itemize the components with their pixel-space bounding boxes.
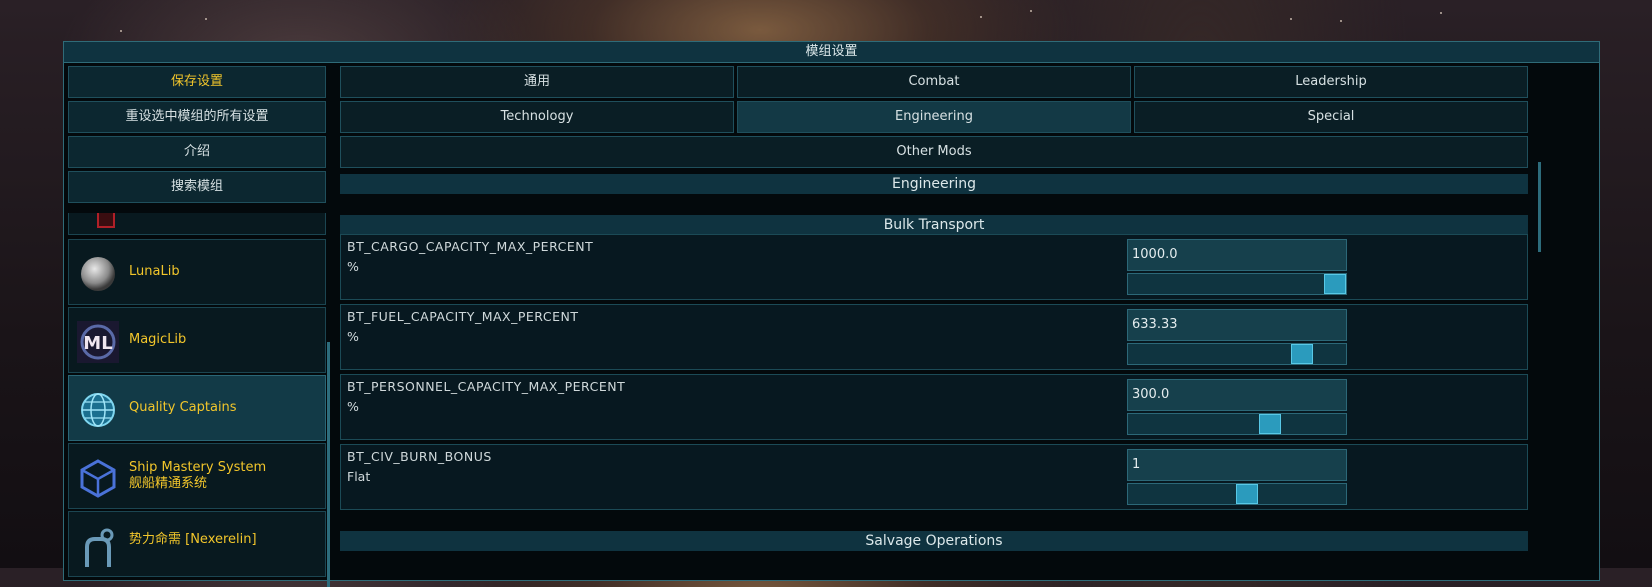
section-header: Engineering (340, 174, 1528, 194)
red-mod-icon (97, 213, 115, 228)
setting-row: BT_CIV_BURN_BONUS Flat 1 (340, 444, 1528, 510)
setting-row: BT_FUEL_CAPACITY_MAX_PERCENT % 633.33 (340, 304, 1528, 370)
tab-combat[interactable]: Combat (737, 66, 1131, 98)
tab-other-mods[interactable]: Other Mods (340, 136, 1528, 168)
setting-slider[interactable] (1127, 483, 1347, 505)
tab-engineering[interactable]: Engineering (737, 101, 1131, 133)
magiclib-logo-icon: ML (77, 321, 119, 363)
search-mods-button[interactable]: 搜索模组 (68, 171, 326, 203)
group-header-bulk-transport: Bulk Transport (340, 215, 1528, 235)
setting-value-field[interactable]: 1 (1127, 449, 1347, 481)
setting-slider[interactable] (1127, 273, 1347, 295)
mod-list-item-nexerelin[interactable]: 势力命需 [Nexerelin] (68, 511, 326, 577)
mod-list-item-magiclib[interactable]: ML MagicLib (68, 307, 326, 373)
tab-leadership[interactable]: Leadership (1134, 66, 1528, 98)
setting-unit: % (347, 259, 359, 274)
moon-icon (81, 257, 115, 291)
slider-thumb[interactable] (1236, 484, 1258, 504)
mod-list[interactable]: LunaLib ML MagicLib Quality Captains Shi… (68, 213, 326, 583)
mod-name: 势力命需 [Nexerelin] (129, 532, 257, 547)
mod-settings-window: 模组设置 保存设置 重设选中模组的所有设置 介绍 搜索模组 LunaLib ML… (63, 41, 1600, 587)
setting-row: BT_CARGO_CAPACITY_MAX_PERCENT % 1000.0 (340, 234, 1528, 300)
setting-key: BT_CIV_BURN_BONUS (347, 449, 492, 464)
setting-slider[interactable] (1127, 413, 1347, 435)
slider-thumb[interactable] (1259, 414, 1281, 434)
tab-general[interactable]: 通用 (340, 66, 734, 98)
settings-scrollbar[interactable] (1538, 162, 1541, 252)
slider-thumb[interactable] (1324, 274, 1346, 294)
setting-slider[interactable] (1127, 343, 1347, 365)
reset-selected-mod-button[interactable]: 重设选中模组的所有设置 (68, 101, 326, 133)
mod-name: LunaLib (129, 264, 180, 279)
setting-value-field[interactable]: 633.33 (1127, 309, 1347, 341)
mod-list-item-ship-mastery[interactable]: Ship Mastery System 舰船精通系统 (68, 443, 326, 509)
mod-list-item-lunalib[interactable]: LunaLib (68, 239, 326, 305)
mod-list-scrollbar[interactable] (327, 342, 330, 587)
setting-key: BT_PERSONNEL_CAPACITY_MAX_PERCENT (347, 379, 626, 394)
tab-special[interactable]: Special (1134, 101, 1528, 133)
mod-name: Quality Captains (129, 400, 237, 415)
slider-thumb[interactable] (1291, 344, 1313, 364)
setting-unit: Flat (347, 469, 371, 484)
svg-text:ML: ML (83, 333, 112, 354)
group-header-salvage-operations: Salvage Operations (340, 531, 1528, 551)
mod-name: MagicLib (129, 332, 187, 347)
setting-unit: % (347, 329, 359, 344)
nexerelin-icon (85, 528, 114, 567)
setting-key: BT_FUEL_CAPACITY_MAX_PERCENT (347, 309, 579, 324)
mod-list-item-quality-captains[interactable]: Quality Captains (68, 375, 326, 441)
intro-button[interactable]: 介绍 (68, 136, 326, 168)
mod-name-chinese: 舰船精通系统 (129, 476, 208, 491)
tab-technology[interactable]: Technology (340, 101, 734, 133)
setting-value-field[interactable]: 300.0 (1127, 379, 1347, 411)
globe-icon (81, 393, 115, 427)
setting-key: BT_CARGO_CAPACITY_MAX_PERCENT (347, 239, 594, 254)
setting-row: BT_PERSONNEL_CAPACITY_MAX_PERCENT % 300.… (340, 374, 1528, 440)
setting-unit: % (347, 399, 359, 414)
mod-name: Ship Mastery System (129, 460, 267, 475)
setting-value-field[interactable]: 1000.0 (1127, 239, 1347, 271)
window-title: 模组设置 (64, 42, 1599, 63)
cube-icon (80, 459, 116, 498)
save-settings-button[interactable]: 保存设置 (68, 66, 326, 98)
mod-list-item[interactable] (68, 213, 326, 235)
